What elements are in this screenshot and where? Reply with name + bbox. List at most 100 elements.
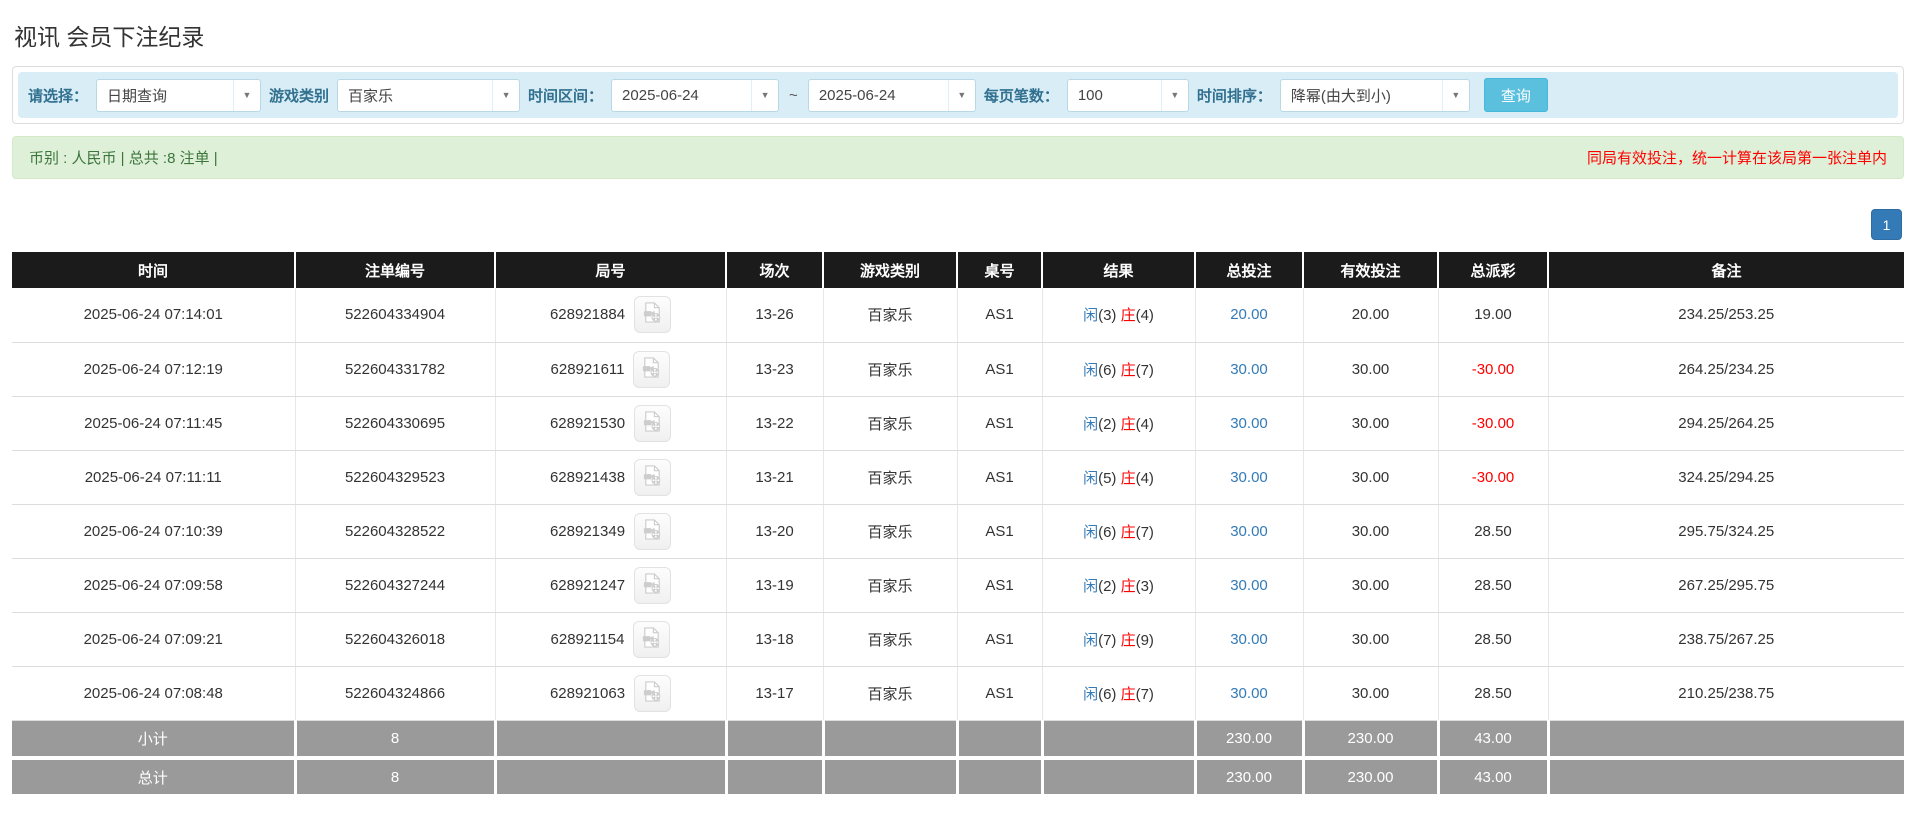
date-from-select[interactable]: 2025-06-24 ▼ <box>611 78 780 112</box>
banker-result-value: (9) <box>1135 631 1154 649</box>
video-replay-button[interactable] <box>633 620 671 658</box>
video-replay-button[interactable] <box>634 458 672 496</box>
video-file-icon <box>641 301 664 328</box>
column-header: 注单编号 <box>295 252 496 288</box>
remark-cell: 267.25/295.75 <box>1548 558 1904 613</box>
result-cell: 闲(6) 庄(7) <box>1042 666 1196 721</box>
result-cell: 闲(2) 庄(3) <box>1042 558 1196 613</box>
total-bet-link[interactable]: 30.00 <box>1230 577 1268 594</box>
column-header: 结果 <box>1042 252 1196 288</box>
payout-cell: 19.00 <box>1438 288 1549 343</box>
pagination: 1 <box>12 209 1902 240</box>
session-cell: 13-18 <box>726 612 824 667</box>
payout-cell: 28.50 <box>1438 666 1549 721</box>
round-id-wrap: 628921063 <box>496 674 726 712</box>
total-bet-link[interactable]: 30.00 <box>1230 415 1268 432</box>
video-file-icon <box>640 356 663 383</box>
total-bet-link[interactable]: 30.00 <box>1230 361 1268 378</box>
video-replay-button[interactable] <box>634 512 672 550</box>
game-type-cell: 百家乐 <box>823 288 958 343</box>
session-cell: 13-19 <box>726 558 824 613</box>
page-size-label: 每页笔数： <box>983 87 1059 105</box>
player-result-value: (3) <box>1098 307 1121 325</box>
table-no-cell: AS1 <box>957 666 1043 721</box>
query-button[interactable]: 查询 <box>1483 78 1548 112</box>
page-size-select[interactable]: 100 ▼ <box>1066 78 1189 112</box>
round-id-wrap: 628921611 <box>496 350 726 388</box>
summary-valid-bet-cell: 230.00 <box>1303 720 1440 760</box>
chevron-down-icon: ▼ <box>947 79 975 111</box>
round-id-cell: 628921063 <box>495 666 727 721</box>
video-replay-button[interactable] <box>634 296 672 334</box>
page-button[interactable]: 1 <box>1871 209 1902 240</box>
game-type-cell: 百家乐 <box>823 342 958 397</box>
time-sort-select[interactable]: 降幂(由大到小) ▼ <box>1279 78 1470 112</box>
filter-panel: 请选择： 日期查询 ▼ 游戏类别 百家乐 ▼ 时间区间： 2025-06-24 … <box>12 66 1904 124</box>
round-id-cell: 628921349 <box>495 504 727 559</box>
session-cell: 13-23 <box>726 342 824 397</box>
video-file-icon <box>641 518 664 545</box>
payout-cell: -30.00 <box>1438 396 1549 451</box>
time-cell: 2025-06-24 07:10:39 <box>12 504 296 559</box>
table-no-cell: AS1 <box>957 558 1043 613</box>
video-replay-button[interactable] <box>633 350 671 388</box>
summary-empty-cell <box>823 720 959 760</box>
round-id-wrap: 628921349 <box>496 512 726 550</box>
column-header: 时间 <box>12 252 296 288</box>
payout-cell: 28.50 <box>1438 504 1549 559</box>
total-bet-cell: 30.00 <box>1195 504 1304 559</box>
player-result-label: 闲 <box>1083 415 1099 433</box>
column-header: 桌号 <box>957 252 1043 288</box>
session-cell: 13-17 <box>726 666 824 721</box>
player-result-value: (6) <box>1098 685 1121 703</box>
total-bet-cell: 30.00 <box>1195 396 1304 451</box>
result-cell: 闲(2) 庄(4) <box>1042 396 1196 451</box>
payout-cell: 28.50 <box>1438 558 1549 613</box>
result-cell: 闲(5) 庄(4) <box>1042 450 1196 505</box>
query-mode-select[interactable]: 日期查询 ▼ <box>96 78 262 112</box>
game-type-cell: 百家乐 <box>823 504 958 559</box>
video-file-icon <box>641 464 664 491</box>
total-bet-cell: 30.00 <box>1195 666 1304 721</box>
player-result-label: 闲 <box>1083 685 1099 703</box>
column-header: 有效投注 <box>1303 252 1439 288</box>
page-size-value: 100 <box>1077 86 1103 104</box>
video-replay-button[interactable] <box>634 404 672 442</box>
player-result-label: 闲 <box>1083 469 1099 487</box>
result-cell: 闲(6) 庄(7) <box>1042 504 1196 559</box>
bet-id-cell: 522604334904 <box>295 288 496 343</box>
valid-bet-cell: 20.00 <box>1303 288 1439 343</box>
game-type-cell: 百家乐 <box>823 612 958 667</box>
chevron-down-icon: ▼ <box>1441 79 1469 111</box>
time-range-label: 时间区间： <box>528 87 604 105</box>
round-id-cell: 628921884 <box>495 288 727 343</box>
game-type-select[interactable]: 百家乐 ▼ <box>337 78 521 112</box>
banker-result-label: 庄 <box>1120 469 1136 487</box>
video-replay-button[interactable] <box>634 566 672 604</box>
table-row: 2025-06-24 07:14:01 522604334904 628921884… <box>12 288 1904 343</box>
table-row: 2025-06-24 07:09:58 522604327244 628921247… <box>12 558 1904 613</box>
total-bet-link[interactable]: 30.00 <box>1230 469 1268 486</box>
summary-row: 总计 8 230.00 230.00 43.00 <box>12 758 1904 798</box>
summary-empty-cell <box>726 720 825 760</box>
remark-cell: 294.25/264.25 <box>1548 396 1904 451</box>
total-bet-link[interactable]: 30.00 <box>1230 685 1268 702</box>
total-bet-link[interactable]: 20.00 <box>1230 306 1268 323</box>
summary-empty-cell <box>1548 758 1904 798</box>
banker-result-value: (4) <box>1135 469 1154 487</box>
page-container: 视讯 会员下注纪录 请选择： 日期查询 ▼ 游戏类别 百家乐 ▼ 时间区间： 2… <box>0 0 1916 798</box>
summary-empty-cell <box>1042 720 1197 760</box>
time-cell: 2025-06-24 07:11:45 <box>12 396 296 451</box>
time-sort-value: 降幂(由大到小) <box>1290 87 1391 105</box>
bet-id-cell: 522604328522 <box>295 504 496 559</box>
summary-total-bet-cell: 230.00 <box>1195 720 1305 760</box>
player-result-label: 闲 <box>1083 307 1099 325</box>
date-to-select[interactable]: 2025-06-24 ▼ <box>807 78 976 112</box>
total-bet-link[interactable]: 30.00 <box>1230 631 1268 648</box>
banker-result-label: 庄 <box>1120 631 1136 649</box>
video-replay-button[interactable] <box>634 674 672 712</box>
total-bet-link[interactable]: 30.00 <box>1230 523 1268 540</box>
summary-empty-cell <box>957 720 1044 760</box>
bet-records-table: 时间 注单编号 局号 场次 游戏类别 桌号 结果 总投注 有效投注 总派彩 备注 2025-06-2… <box>12 252 1904 798</box>
currency-summary-text: 币别 : 人民币 | 总共 :8 注单 | <box>29 150 218 167</box>
